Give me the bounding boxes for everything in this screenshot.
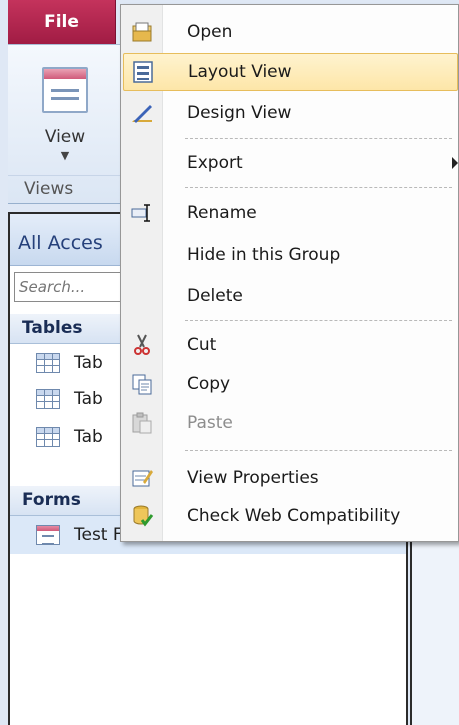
- search-input[interactable]: [14, 272, 134, 302]
- menu-item-label: Rename: [187, 203, 257, 223]
- menu-item-label: Open: [187, 22, 233, 42]
- nav-item-label: Tab: [74, 427, 103, 447]
- menu-item-check-web-compatibility[interactable]: Check Web Compatibility: [123, 497, 458, 535]
- menu-item-delete[interactable]: Delete: [123, 277, 458, 315]
- menu-item-layout-view[interactable]: Layout View: [123, 53, 458, 91]
- menu-item-copy[interactable]: Copy: [123, 365, 458, 403]
- menu-item-view-properties[interactable]: View Properties: [123, 459, 458, 497]
- paste-icon: [127, 408, 157, 438]
- copy-icon: [127, 369, 157, 399]
- view-label: View: [44, 127, 86, 147]
- file-tab[interactable]: File: [8, 0, 116, 44]
- menu-item-label: Export: [187, 153, 243, 173]
- view-icon: [42, 67, 88, 113]
- menu-item-label: Cut: [187, 335, 217, 355]
- nav-item-label: Tab: [74, 389, 103, 409]
- menu-separator: [185, 138, 452, 139]
- menu-item-rename[interactable]: Rename: [123, 194, 458, 232]
- chevron-down-icon: ▼: [60, 149, 70, 162]
- view-button[interactable]: View ▼: [20, 53, 110, 183]
- table-icon: [36, 427, 60, 447]
- menu-item-label: Delete: [187, 286, 243, 306]
- menu-item-label: Copy: [187, 374, 231, 394]
- menu-separator: [185, 320, 452, 321]
- menu-item-label: Design View: [187, 103, 292, 123]
- menu-item-hide-in-group[interactable]: Hide in this Group: [123, 236, 458, 274]
- menu-item-label: View Properties: [187, 468, 319, 488]
- ribbon-divider: [8, 175, 120, 176]
- web-compatibility-icon: [127, 501, 157, 531]
- menu-item-open[interactable]: Open: [123, 13, 458, 51]
- menu-separator: [185, 187, 452, 188]
- menu-item-label: Check Web Compatibility: [187, 506, 401, 526]
- menu-item-label: Layout View: [188, 62, 292, 82]
- nav-item-label: Tab: [74, 353, 103, 373]
- layout-view-icon: [128, 57, 158, 87]
- table-icon: [36, 389, 60, 409]
- menu-item-paste[interactable]: Paste: [123, 404, 458, 442]
- menu-item-design-view[interactable]: Design View: [123, 94, 458, 132]
- menu-item-label: Hide in this Group: [187, 245, 341, 265]
- context-menu: Open Layout View Design View Export Rena…: [120, 4, 459, 542]
- open-icon: [127, 17, 157, 47]
- menu-item-label: Paste: [187, 413, 233, 433]
- views-group-label: Views: [24, 179, 74, 199]
- menu-separator: [185, 450, 452, 451]
- submenu-arrow-icon: [452, 157, 458, 169]
- table-icon: [36, 353, 60, 373]
- properties-icon: [127, 463, 157, 493]
- scissors-icon: [127, 330, 157, 360]
- menu-item-cut[interactable]: Cut: [123, 326, 458, 364]
- design-view-icon: [127, 98, 157, 128]
- form-icon: [36, 525, 60, 545]
- rename-icon: [127, 198, 157, 228]
- menu-item-export[interactable]: Export: [123, 144, 458, 182]
